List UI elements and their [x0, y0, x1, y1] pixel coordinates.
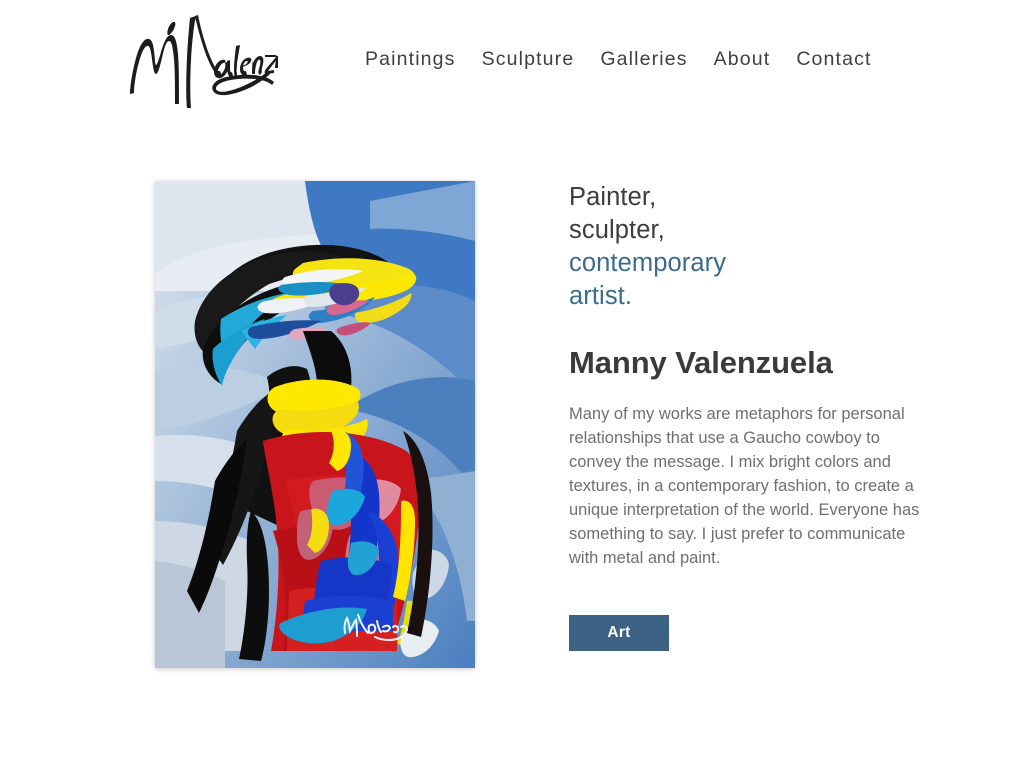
hero-section: Painter, sculpter, contemporary artist. …	[0, 120, 1024, 768]
tagline-line-1: Painter,	[569, 183, 657, 211]
artist-name-heading: Manny Valenzuela	[569, 345, 833, 380]
nav-item-galleries[interactable]: Galleries	[587, 44, 700, 75]
art-cta-button[interactable]: Art	[569, 615, 669, 651]
tagline-line-2: sculpter,	[569, 216, 665, 244]
nav-item-contact[interactable]: Contact	[783, 44, 884, 75]
tagline-line-4: artist.	[569, 282, 633, 310]
site-logo[interactable]	[128, 8, 278, 113]
nav-item-sculpture[interactable]: Sculpture	[469, 44, 588, 75]
hero-copy-column: Painter, sculpter, contemporary artist. …	[569, 181, 941, 651]
nav-item-about[interactable]: About	[701, 44, 784, 75]
artist-bio-paragraph: Many of my works are metaphors for perso…	[569, 405, 920, 567]
nav-item-paintings[interactable]: Paintings	[352, 44, 469, 75]
site-header: Paintings Sculpture Galleries About Cont…	[0, 0, 1024, 120]
main-navigation: Paintings Sculpture Galleries About Cont…	[352, 44, 885, 75]
painting-canvas	[155, 181, 475, 668]
signature-logo-icon	[130, 15, 278, 108]
tagline-line-3: contemporary	[569, 249, 727, 277]
hero-tagline: Painter, sculpter, contemporary artist.	[569, 181, 941, 313]
featured-artwork-image[interactable]	[155, 181, 475, 668]
